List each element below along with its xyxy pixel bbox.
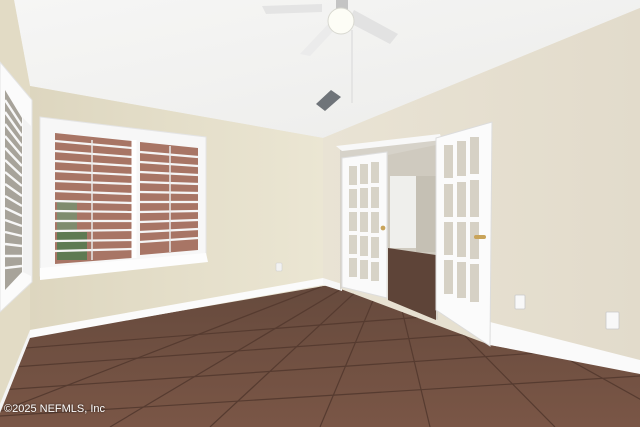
window-left — [39, 116, 208, 280]
french-door-left — [341, 151, 388, 299]
door-handle-icon[interactable] — [380, 225, 386, 231]
watermark-text: ©2025 NEFMLS, Inc — [4, 403, 106, 415]
electrical-outlet-icon — [275, 262, 283, 272]
room-illustration — [0, 0, 640, 427]
door-handle-icon[interactable] — [474, 235, 486, 239]
french-door-right — [435, 121, 493, 347]
window-side — [0, 61, 33, 313]
room-photo: ©2025 NEFMLS, Inc — [0, 0, 640, 427]
electrical-outlet-icon — [514, 294, 526, 310]
electrical-outlet-icon — [605, 311, 620, 330]
